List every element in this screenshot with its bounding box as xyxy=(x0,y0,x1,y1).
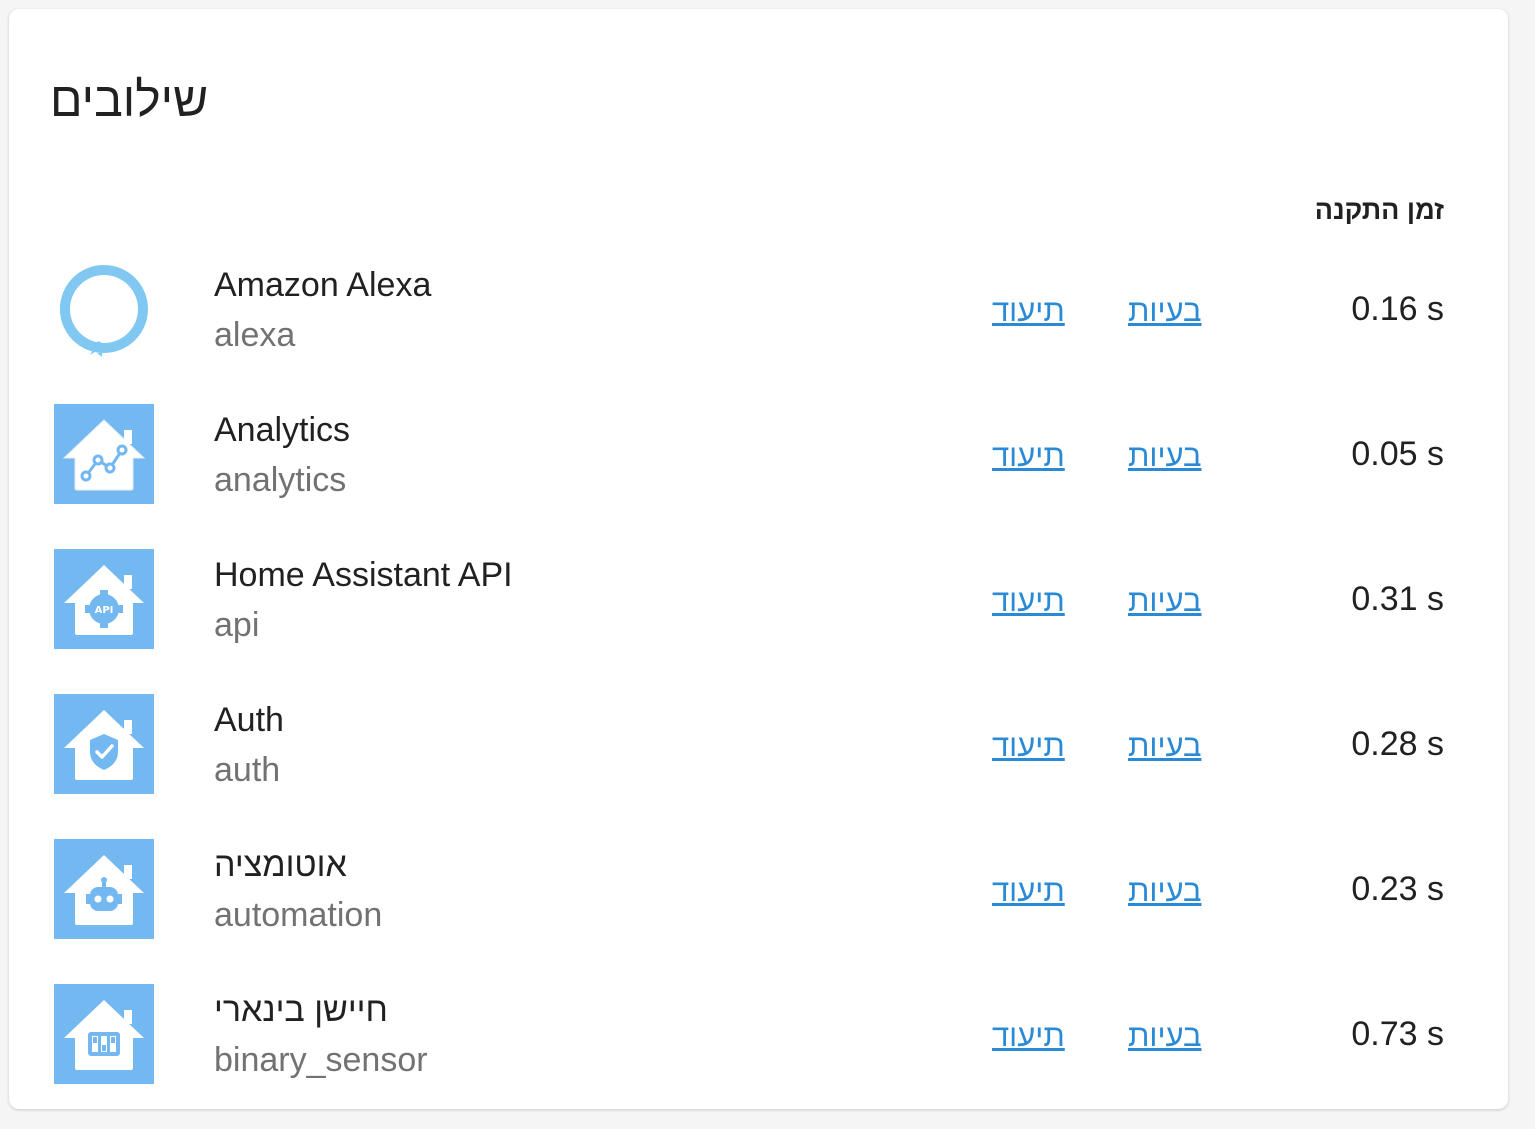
integration-domain: auth xyxy=(214,751,281,789)
issues-link[interactable]: בעיות xyxy=(1128,1016,1202,1056)
integrations-card: שילובים זמן התקנה Amazon Alexa alexa תיע… xyxy=(9,9,1508,1109)
alexa-icon xyxy=(54,259,154,359)
issues-link[interactable]: בעיות xyxy=(1128,871,1202,911)
integration-name: אוטומציה xyxy=(214,846,347,884)
integration-domain: automation xyxy=(214,896,383,934)
auth-shield-icon xyxy=(54,694,154,794)
documentation-link[interactable]: תיעוד xyxy=(992,1016,1065,1056)
api-icon-text: API xyxy=(95,605,114,616)
issues-link[interactable]: בעיות xyxy=(1128,436,1202,476)
setup-time-column-header: זמן התקנה xyxy=(1314,195,1444,225)
integration-name: Home Assistant API xyxy=(214,556,513,594)
setup-time-value: 0.05 s xyxy=(1351,435,1444,473)
binary-sensor-icon xyxy=(54,984,154,1084)
setup-time-value: 0.23 s xyxy=(1351,870,1444,908)
documentation-link[interactable]: תיעוד xyxy=(992,726,1065,766)
integration-row-auth: Auth auth תיעוד בעיות 0.28 s xyxy=(9,694,1508,839)
issues-link[interactable]: בעיות xyxy=(1128,291,1202,331)
integration-row-binary-sensor: חיישן בינארי binary_sensor תיעוד בעיות 0… xyxy=(9,984,1508,1129)
documentation-link[interactable]: תיעוד xyxy=(992,291,1065,331)
setup-time-value: 0.16 s xyxy=(1351,290,1444,328)
setup-time-value: 0.31 s xyxy=(1351,580,1444,618)
setup-time-value: 0.28 s xyxy=(1351,725,1444,763)
analytics-icon xyxy=(54,404,154,504)
issues-link[interactable]: בעיות xyxy=(1128,581,1202,621)
integration-name: Auth xyxy=(214,701,284,739)
integration-row-automation: אוטומציה automation תיעוד בעיות 0.23 s xyxy=(9,839,1508,984)
documentation-link[interactable]: תיעוד xyxy=(992,871,1065,911)
integration-domain: analytics xyxy=(214,461,347,499)
api-icon: API xyxy=(54,549,154,649)
integration-name: Analytics xyxy=(214,411,351,449)
integration-domain: binary_sensor xyxy=(214,1041,428,1079)
integration-name: Amazon Alexa xyxy=(214,266,432,304)
page-title: שילובים xyxy=(50,74,209,127)
issues-link[interactable]: בעיות xyxy=(1128,726,1202,766)
documentation-link[interactable]: תיעוד xyxy=(992,436,1065,476)
documentation-link[interactable]: תיעוד xyxy=(992,581,1065,621)
integration-name: חיישן בינארי xyxy=(214,991,388,1029)
automation-robot-icon xyxy=(54,839,154,939)
integration-row-api: API Home Assistant API api תיעוד בעיות 0… xyxy=(9,549,1508,694)
integration-domain: alexa xyxy=(214,316,296,354)
setup-time-value: 0.73 s xyxy=(1351,1015,1444,1053)
integration-row-analytics: Analytics analytics תיעוד בעיות 0.05 s xyxy=(9,404,1508,549)
integration-row-alexa: Amazon Alexa alexa תיעוד בעיות 0.16 s xyxy=(9,259,1508,404)
integration-domain: api xyxy=(214,606,260,644)
